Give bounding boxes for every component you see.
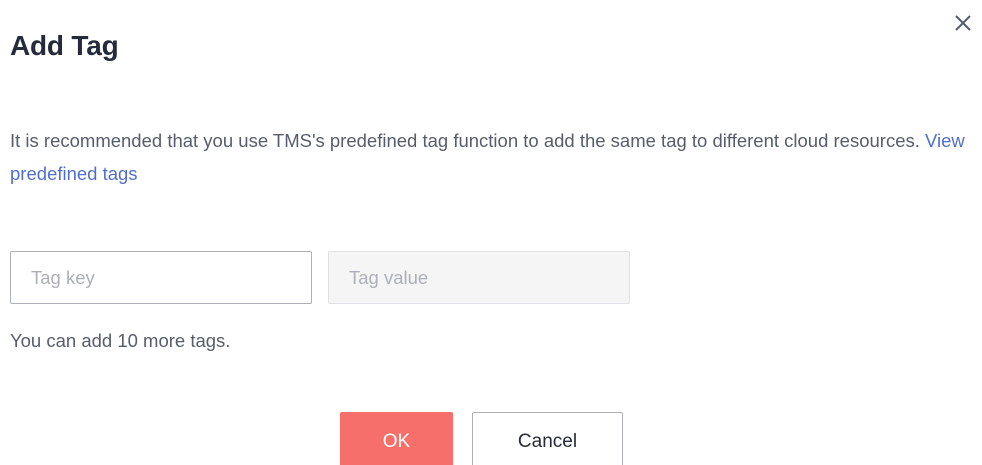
dialog-description: It is recommended that you use TMS's pre… [10, 124, 970, 190]
add-tag-dialog: Add Tag It is recommended that you use T… [0, 0, 982, 465]
description-text: It is recommended that you use TMS's pre… [10, 130, 920, 151]
ok-button[interactable]: OK [340, 412, 453, 465]
close-icon [955, 15, 971, 31]
dialog-title: Add Tag [10, 30, 119, 61]
tag-value-input[interactable] [328, 251, 630, 304]
tag-key-input[interactable] [10, 251, 312, 304]
close-button[interactable] [948, 8, 978, 38]
cancel-button[interactable]: Cancel [472, 412, 623, 465]
remaining-tags-hint: You can add 10 more tags. [10, 330, 231, 351]
